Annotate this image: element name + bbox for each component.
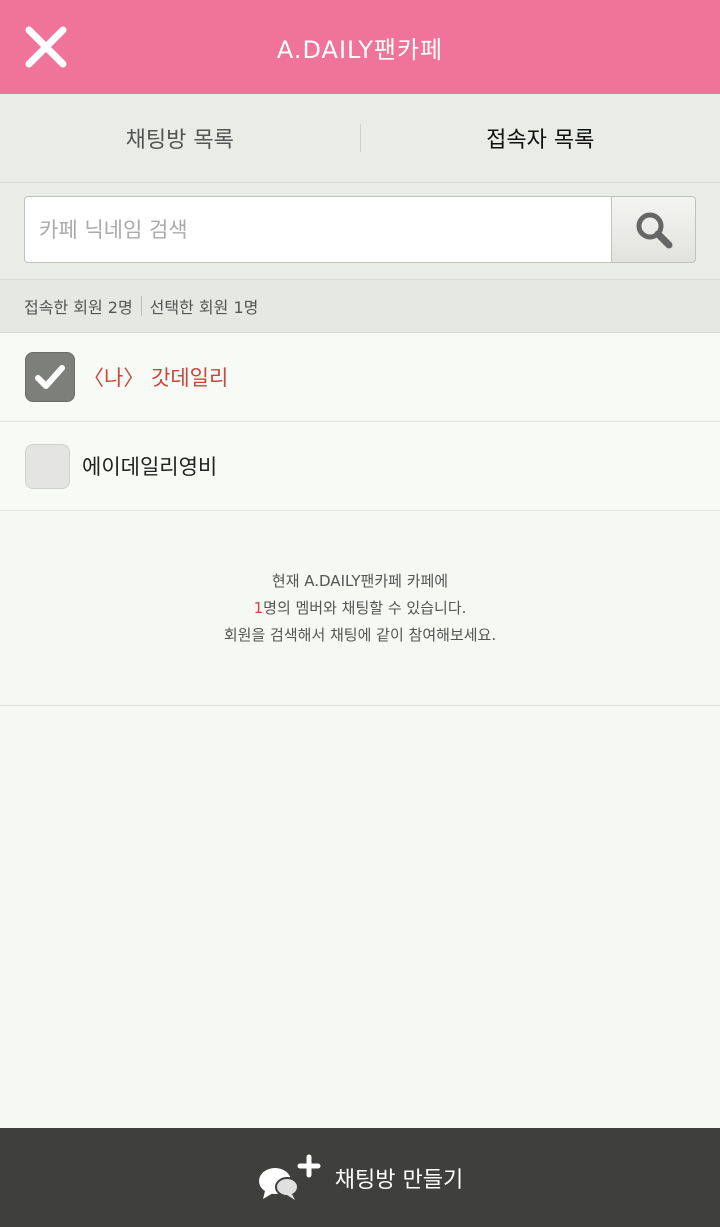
member-checkbox-unchecked[interactable] — [25, 443, 70, 489]
member-count-bar: 접속한 회원 2명 선택한 회원 1명 — [0, 280, 720, 333]
member-name: 에이데일리영비 — [82, 455, 218, 479]
member-name: 〈나〉 갓데일리 — [83, 366, 229, 390]
close-button[interactable] — [18, 19, 74, 75]
chat-info-message: 현재 A.DAILY팬카페 카페에 1명의 멤버와 채팅할 수 있습니다. 회원… — [0, 511, 720, 706]
search-input[interactable] — [24, 196, 612, 263]
info-line-1: 현재 A.DAILY팬카페 카페에 — [271, 571, 449, 590]
search-icon — [636, 212, 672, 248]
member-row-me[interactable]: 〈나〉 갓데일리 — [0, 333, 720, 422]
chat-add-icon — [258, 1154, 321, 1200]
available-member-count: 1 — [253, 598, 264, 617]
page-title: A.DAILY팬카페 — [276, 35, 444, 64]
count-divider — [140, 296, 142, 316]
selected-count: 선택한 회원 1명 — [149, 298, 259, 317]
info-line-3: 회원을 검색해서 채팅에 같이 참여해보세요. — [223, 625, 497, 644]
info-line-2: 1명의 멤버와 채팅할 수 있습니다. — [254, 595, 467, 622]
tab-connected-users[interactable]: 접속자 목록 — [361, 94, 720, 182]
member-row[interactable]: 에이데일리영비 — [0, 422, 720, 511]
info-line-2-text: 명의 멤버와 채팅할 수 있습니다. — [263, 598, 467, 617]
tab-chatroom-list[interactable]: 채팅방 목록 — [0, 94, 360, 182]
create-chatroom-button[interactable]: 채팅방 만들기 — [0, 1128, 720, 1227]
checkmark-icon — [35, 365, 65, 389]
search-button[interactable] — [611, 196, 696, 263]
connected-count: 접속한 회원 2명 — [24, 298, 133, 317]
close-icon — [25, 26, 67, 68]
tab-bar: 채팅방 목록 접속자 목록 — [0, 94, 720, 183]
create-chatroom-label: 채팅방 만들기 — [334, 1167, 464, 1193]
app-header: A.DAILY팬카페 — [0, 0, 720, 94]
search-bar — [0, 183, 720, 280]
member-checkbox-checked[interactable] — [25, 352, 75, 402]
